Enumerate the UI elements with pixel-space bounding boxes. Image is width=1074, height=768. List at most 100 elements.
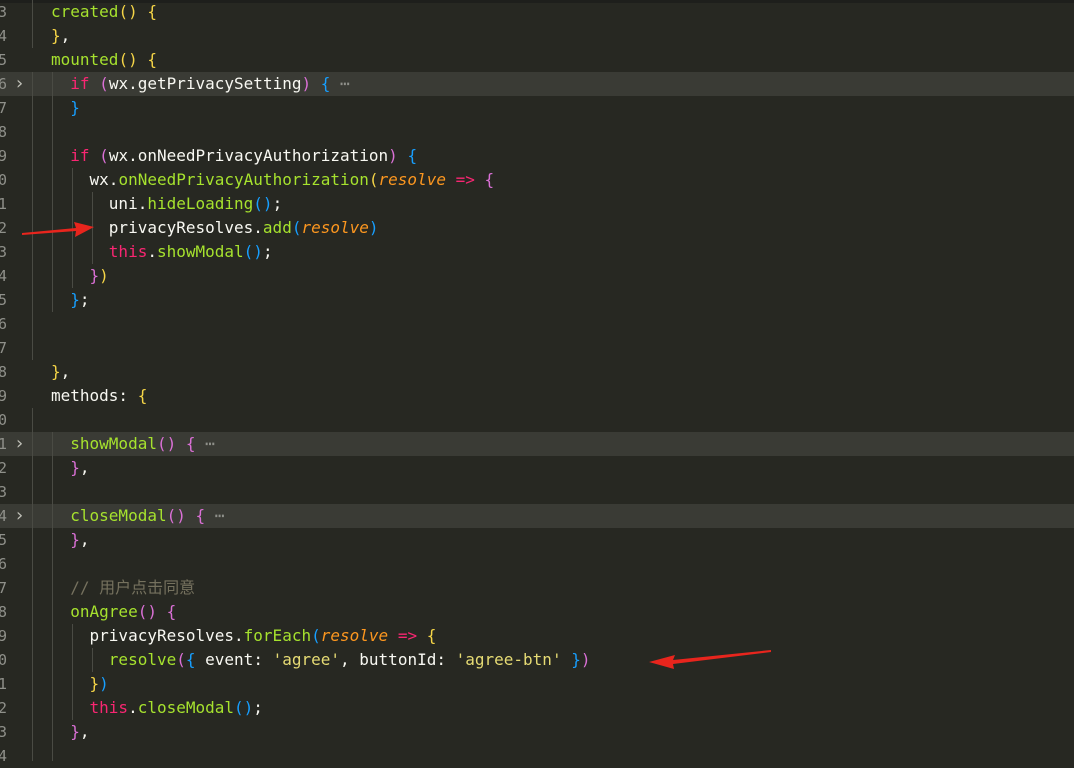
line-number: 8 bbox=[0, 123, 7, 141]
code-token: forEach bbox=[243, 626, 312, 645]
line-number: 5 bbox=[0, 531, 7, 549]
code-line[interactable]: 1 uni.hideLoading(); bbox=[0, 192, 1074, 216]
code-content: }) bbox=[51, 264, 109, 288]
code-line[interactable]: 1 › showModal() { ⋯ bbox=[0, 432, 1074, 456]
code-token: ( bbox=[368, 170, 379, 189]
code-token: resolve bbox=[320, 626, 389, 645]
code-token: , bbox=[79, 722, 90, 741]
code-token: closeModal bbox=[137, 698, 235, 717]
code-line[interactable]: 6 › if (wx.getPrivacySetting) { ⋯ bbox=[0, 72, 1074, 96]
folded-ellipsis[interactable]: ⋯ bbox=[196, 434, 215, 453]
folded-ellipsis[interactable]: ⋯ bbox=[205, 506, 225, 525]
indent-guide bbox=[52, 432, 53, 761]
code-token: } bbox=[70, 722, 80, 741]
fold-chevron-icon[interactable]: › bbox=[14, 504, 25, 528]
code-token: event: bbox=[195, 650, 273, 669]
code-line[interactable]: 0 resolve({ event: 'agree', buttonId: 'a… bbox=[0, 648, 1074, 672]
code-line[interactable]: 8 bbox=[0, 120, 1074, 144]
line-number: 7 bbox=[0, 99, 7, 117]
code-line[interactable]: 3 this.showModal(); bbox=[0, 240, 1074, 264]
code-token: { bbox=[147, 50, 157, 69]
code-line[interactable]: 8 onAgree() { bbox=[0, 600, 1074, 624]
code-line[interactable]: 3 bbox=[0, 480, 1074, 504]
code-line[interactable]: 3 created() { bbox=[0, 0, 1074, 24]
code-token: 'agree' bbox=[272, 650, 341, 669]
line-number: 2 bbox=[0, 219, 7, 237]
code-content: privacyResolves.add(resolve) bbox=[51, 216, 379, 240]
code-line[interactable]: 6 bbox=[0, 312, 1074, 336]
code-line[interactable]: 4 › closeModal() { ⋯ bbox=[0, 504, 1074, 528]
code-line[interactable]: 2 this.closeModal(); bbox=[0, 696, 1074, 720]
code-line[interactable]: 2 }, bbox=[0, 456, 1074, 480]
code-line[interactable]: 5 mounted() { bbox=[0, 48, 1074, 72]
code-token: () bbox=[253, 194, 273, 213]
code-line[interactable]: 4}, bbox=[0, 24, 1074, 48]
code-token: } bbox=[571, 650, 581, 669]
code-line[interactable]: 7 bbox=[0, 336, 1074, 360]
code-line[interactable]: 9 methods: { bbox=[0, 384, 1074, 408]
folded-ellipsis[interactable]: ⋯ bbox=[330, 74, 350, 93]
code-line[interactable]: 9 privacyResolves.forEach(resolve => { bbox=[0, 624, 1074, 648]
indent-guide bbox=[72, 624, 73, 720]
line-number: 2 bbox=[0, 699, 7, 717]
code-token: ; bbox=[272, 194, 283, 213]
code-token: this bbox=[89, 698, 129, 717]
code-editor[interactable]: 3 created() {4}, 5 mounted() {6 › if (wx.get… bbox=[0, 0, 1074, 765]
code-token: () bbox=[234, 698, 254, 717]
code-line[interactable]: 4 bbox=[0, 744, 1074, 768]
fold-chevron-icon[interactable]: › bbox=[14, 72, 25, 96]
line-number: 9 bbox=[0, 627, 7, 645]
code-token: closeModal bbox=[70, 506, 167, 525]
code-token: ) bbox=[580, 650, 591, 669]
code-line[interactable]: 5 }; bbox=[0, 288, 1074, 312]
code-token: ( bbox=[311, 626, 321, 645]
code-token: add bbox=[262, 218, 292, 237]
code-token: () bbox=[118, 50, 138, 69]
code-line[interactable]: 8}, bbox=[0, 360, 1074, 384]
code-token: () bbox=[137, 602, 157, 621]
code-line[interactable]: 6 bbox=[0, 552, 1074, 576]
line-number: 8 bbox=[0, 603, 7, 621]
code-token: mounted bbox=[51, 50, 119, 69]
code-line[interactable]: 1 }) bbox=[0, 672, 1074, 696]
code-token: => bbox=[455, 170, 475, 189]
code-line[interactable]: 0 bbox=[0, 408, 1074, 432]
code-token: resolve bbox=[378, 170, 446, 189]
code-line[interactable]: 7 } bbox=[0, 96, 1074, 120]
code-token: created bbox=[51, 2, 119, 21]
code-token: onNeedPrivacyAuthorization bbox=[118, 170, 369, 189]
code-line[interactable]: 3 }, bbox=[0, 720, 1074, 744]
code-line[interactable]: 2 privacyResolves.add(resolve) bbox=[0, 216, 1074, 240]
code-token: , bbox=[60, 26, 71, 45]
code-content: closeModal() { ⋯ bbox=[51, 504, 224, 528]
code-token: showModal bbox=[156, 242, 244, 261]
code-line[interactable]: 7 // 用户点击同意 bbox=[0, 576, 1074, 600]
code-token: ) bbox=[301, 74, 312, 93]
code-token: , bbox=[60, 362, 71, 381]
fold-chevron-icon[interactable]: › bbox=[14, 432, 25, 456]
code-content: if (wx.getPrivacySetting) { ⋯ bbox=[51, 72, 350, 96]
code-content: wx.onNeedPrivacyAuthorization(resolve =>… bbox=[51, 168, 495, 192]
line-number: 0 bbox=[0, 171, 7, 189]
code-line[interactable]: 4 }) bbox=[0, 264, 1074, 288]
code-token: ( bbox=[99, 74, 109, 93]
code-token: onAgree bbox=[70, 602, 138, 621]
code-line[interactable]: 0 wx.onNeedPrivacyAuthorization(resolve … bbox=[0, 168, 1074, 192]
code-line[interactable]: 5 }, bbox=[0, 528, 1074, 552]
code-line[interactable]: 9 if (wx.onNeedPrivacyAuthorization) { bbox=[0, 144, 1074, 168]
code-content: resolve({ event: 'agree', buttonId: 'agr… bbox=[51, 648, 591, 672]
